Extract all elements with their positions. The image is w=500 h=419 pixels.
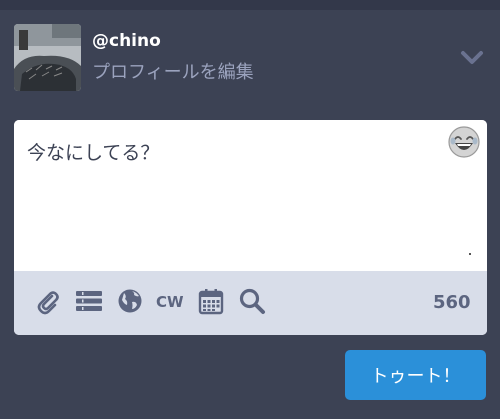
- globe-icon[interactable]: [116, 287, 144, 315]
- chevron-down-icon[interactable]: [460, 50, 484, 66]
- avatar[interactable]: [14, 24, 81, 91]
- search-icon[interactable]: [238, 287, 266, 315]
- content-warning-button[interactable]: CW: [156, 293, 184, 311]
- paperclip-icon[interactable]: [34, 287, 62, 315]
- character-counter: 560: [433, 292, 471, 313]
- toot-button[interactable]: トゥート！: [345, 350, 486, 400]
- compose-toolbar: CW 560: [14, 271, 487, 335]
- compose-textarea[interactable]: [14, 120, 487, 271]
- laughing-emoji-icon[interactable]: [447, 125, 481, 159]
- calendar-icon[interactable]: [197, 287, 225, 315]
- list-icon[interactable]: [75, 287, 103, 315]
- resize-dot: [469, 253, 471, 255]
- top-strip: [0, 0, 500, 10]
- compose-form: CW 560: [14, 120, 487, 335]
- username: @chino: [92, 31, 161, 51]
- edit-profile-link[interactable]: プロフィールを編集: [92, 58, 254, 84]
